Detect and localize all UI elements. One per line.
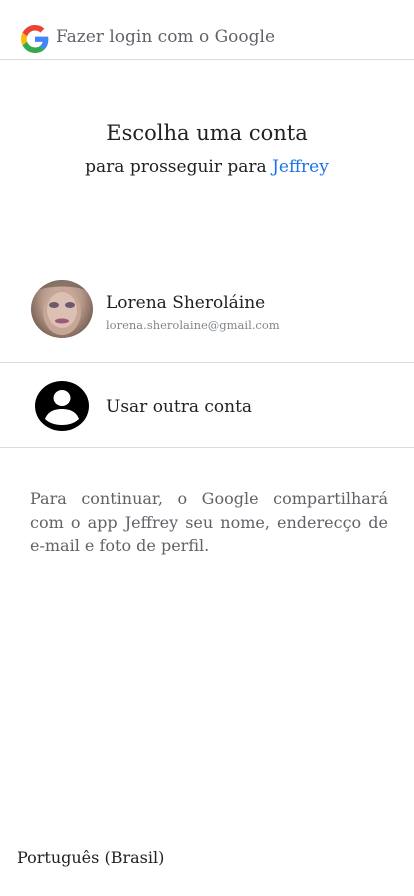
app-name-link[interactable]: Jeffrey <box>272 157 329 177</box>
header-title: Fazer login com o Google <box>56 27 276 47</box>
divider <box>0 447 414 448</box>
avatar-photo-icon <box>31 280 93 335</box>
avatar <box>31 280 93 338</box>
use-another-account-label: Usar outra conta <box>106 397 253 417</box>
account-email: lorena.sherolaine@gmail.com <box>106 318 280 332</box>
language-selector[interactable]: Português (Brasil) <box>17 848 164 867</box>
consent-text: Para continuar, o Google compartilhará c… <box>30 489 388 555</box>
account-name: Lorena Sheroláine <box>106 293 266 313</box>
page-title: Escolha uma conta <box>106 121 308 145</box>
account-item[interactable]: Lorena Sheroláine lorena.sherolaine@gmai… <box>0 270 414 362</box>
google-g-icon <box>21 25 49 53</box>
page-subtitle: para prosseguir para Jeffrey <box>0 157 414 177</box>
account-circle-icon <box>35 381 89 431</box>
top-bar: Fazer login com o Google <box>0 0 414 60</box>
use-another-account-button[interactable]: Usar outra conta <box>0 363 414 447</box>
subtitle-prefix: para prosseguir para <box>85 157 273 177</box>
